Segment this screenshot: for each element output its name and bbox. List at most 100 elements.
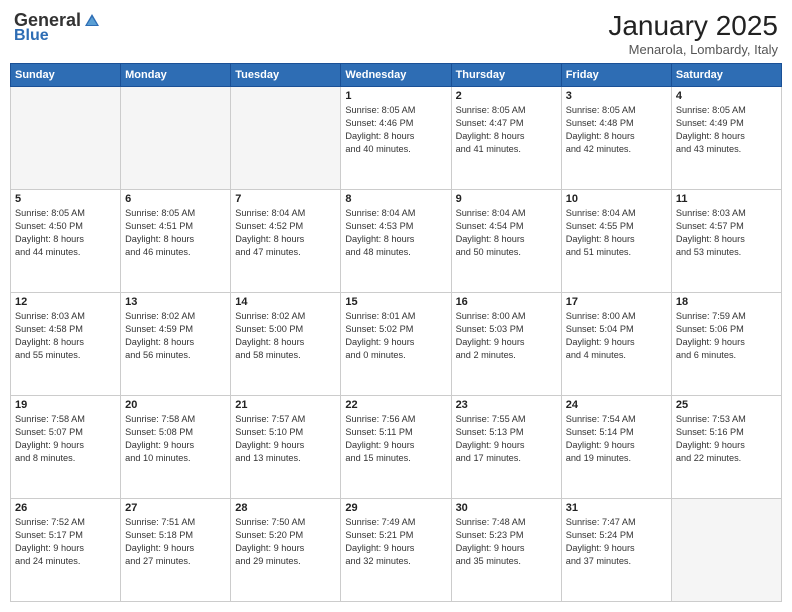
calendar-week-row: 19 Sunrise: 7:58 AM Sunset: 5:07 PM Dayli… [11,396,782,499]
table-row: 15 Sunrise: 8:01 AM Sunset: 5:02 PM Dayli… [341,293,451,396]
day-number: 7 [235,193,336,205]
day-info: Sunrise: 7:51 AM Sunset: 5:18 PM Dayligh… [125,516,226,568]
day-info: Sunrise: 8:04 AM Sunset: 4:53 PM Dayligh… [345,207,446,259]
calendar-week-row: 1Sunrise: 8:05 AM Sunset: 4:46 PM Daylig… [11,87,782,190]
day-number: 21 [235,399,336,411]
table-row: 17Sunrise: 8:00 AM Sunset: 5:04 PM Dayli… [561,293,671,396]
day-info: Sunrise: 7:57 AM Sunset: 5:10 PM Dayligh… [235,413,336,465]
table-row: 5 Sunrise: 8:05 AM Sunset: 4:50 PM Daylig… [11,190,121,293]
day-info: Sunrise: 8:04 AM Sunset: 4:52 PM Dayligh… [235,207,336,259]
table-row: 22Sunrise: 7:56 AM Sunset: 5:11 PM Dayli… [341,396,451,499]
day-number: 29 [345,502,446,514]
day-info: Sunrise: 7:58 AM Sunset: 5:07 PM Dayligh… [15,413,116,465]
day-number: 6 [125,193,226,205]
day-number: 5 [15,193,116,205]
col-sunday: Sunday [11,64,121,87]
col-thursday: Thursday [451,64,561,87]
day-info: Sunrise: 8:05 AM Sunset: 4:51 PM Dayligh… [125,207,226,259]
table-row [11,87,121,190]
col-friday: Friday [561,64,671,87]
col-wednesday: Wednesday [341,64,451,87]
day-info: Sunrise: 7:56 AM Sunset: 5:11 PM Dayligh… [345,413,446,465]
page: General Blue January 2025 Menarola, Lomb… [0,0,792,612]
logo-icon [83,12,101,30]
day-number: 24 [566,399,667,411]
table-row: 19 Sunrise: 7:58 AM Sunset: 5:07 PM Dayli… [11,396,121,499]
location-text: Menarola, Lombardy, Italy [608,42,778,57]
day-info: Sunrise: 8:01 AM Sunset: 5:02 PM Dayligh… [345,310,446,362]
table-row: 26 Sunrise: 7:52 AM Sunset: 5:17 PM Dayli… [11,499,121,602]
day-number: 15 [345,296,446,308]
table-row: 7 Sunrise: 8:04 AM Sunset: 4:52 PM Daylig… [231,190,341,293]
day-info: Sunrise: 8:05 AM Sunset: 4:48 PM Dayligh… [566,104,667,156]
table-row: 10 Sunrise: 8:04 AM Sunset: 4:55 PM Dayli… [561,190,671,293]
day-info: Sunrise: 8:02 AM Sunset: 5:00 PM Dayligh… [235,310,336,362]
day-info: Sunrise: 7:52 AM Sunset: 5:17 PM Dayligh… [15,516,116,568]
month-title: January 2025 [608,10,778,42]
table-row: 13 Sunrise: 8:02 AM Sunset: 4:59 PM Dayli… [121,293,231,396]
day-info: Sunrise: 8:05 AM Sunset: 4:50 PM Dayligh… [15,207,116,259]
title-block: January 2025 Menarola, Lombardy, Italy [608,10,778,57]
table-row: 21 Sunrise: 7:57 AM Sunset: 5:10 PM Dayli… [231,396,341,499]
table-row: 11 Sunrise: 8:03 AM Sunset: 4:57 PM Dayli… [671,190,781,293]
day-number: 19 [15,399,116,411]
day-info: Sunrise: 7:48 AM Sunset: 5:23 PM Dayligh… [456,516,557,568]
table-row: 25Sunrise: 7:53 AM Sunset: 5:16 PM Dayli… [671,396,781,499]
day-info: Sunrise: 7:59 AM Sunset: 5:06 PM Dayligh… [676,310,777,362]
day-info: Sunrise: 8:04 AM Sunset: 4:55 PM Dayligh… [566,207,667,259]
table-row: 3 Sunrise: 8:05 AM Sunset: 4:48 PM Daylig… [561,87,671,190]
table-row: 6 Sunrise: 8:05 AM Sunset: 4:51 PM Daylig… [121,190,231,293]
day-number: 10 [566,193,667,205]
day-info: Sunrise: 7:49 AM Sunset: 5:21 PM Dayligh… [345,516,446,568]
table-row: 20 Sunrise: 7:58 AM Sunset: 5:08 PM Dayli… [121,396,231,499]
day-info: Sunrise: 7:58 AM Sunset: 5:08 PM Dayligh… [125,413,226,465]
day-number: 20 [125,399,226,411]
table-row: 9 Sunrise: 8:04 AM Sunset: 4:54 PM Daylig… [451,190,561,293]
day-number: 28 [235,502,336,514]
calendar-week-row: 12 Sunrise: 8:03 AM Sunset: 4:58 PM Dayli… [11,293,782,396]
day-number: 4 [676,90,777,102]
day-number: 11 [676,193,777,205]
calendar-week-row: 5 Sunrise: 8:05 AM Sunset: 4:50 PM Daylig… [11,190,782,293]
day-info: Sunrise: 7:50 AM Sunset: 5:20 PM Dayligh… [235,516,336,568]
day-number: 9 [456,193,557,205]
day-info: Sunrise: 8:03 AM Sunset: 4:58 PM Dayligh… [15,310,116,362]
day-info: Sunrise: 7:47 AM Sunset: 5:24 PM Dayligh… [566,516,667,568]
day-number: 12 [15,296,116,308]
day-info: Sunrise: 8:03 AM Sunset: 4:57 PM Dayligh… [676,207,777,259]
day-number: 30 [456,502,557,514]
table-row: 28 Sunrise: 7:50 AM Sunset: 5:20 PM Dayli… [231,499,341,602]
day-info: Sunrise: 8:05 AM Sunset: 4:47 PM Dayligh… [456,104,557,156]
header: General Blue January 2025 Menarola, Lomb… [10,10,782,57]
day-number: 27 [125,502,226,514]
table-row [231,87,341,190]
table-row: 31 Sunrise: 7:47 AM Sunset: 5:24 PM Dayli… [561,499,671,602]
day-info: Sunrise: 8:02 AM Sunset: 4:59 PM Dayligh… [125,310,226,362]
table-row [121,87,231,190]
table-row: 14Sunrise: 8:02 AM Sunset: 5:00 PM Dayli… [231,293,341,396]
day-number: 8 [345,193,446,205]
logo-blue-text: Blue [14,27,49,44]
calendar-table: Sunday Monday Tuesday Wednesday Thursday… [10,63,782,602]
day-number: 17 [566,296,667,308]
day-number: 26 [15,502,116,514]
calendar-header-row: Sunday Monday Tuesday Wednesday Thursday… [11,64,782,87]
day-number: 3 [566,90,667,102]
day-number: 13 [125,296,226,308]
col-monday: Monday [121,64,231,87]
day-info: Sunrise: 7:53 AM Sunset: 5:16 PM Dayligh… [676,413,777,465]
col-tuesday: Tuesday [231,64,341,87]
table-row: 16Sunrise: 8:00 AM Sunset: 5:03 PM Dayli… [451,293,561,396]
day-number: 31 [566,502,667,514]
day-info: Sunrise: 8:04 AM Sunset: 4:54 PM Dayligh… [456,207,557,259]
day-info: Sunrise: 7:54 AM Sunset: 5:14 PM Dayligh… [566,413,667,465]
table-row: 18Sunrise: 7:59 AM Sunset: 5:06 PM Dayli… [671,293,781,396]
table-row: 23 Sunrise: 7:55 AM Sunset: 5:13 PM Dayli… [451,396,561,499]
table-row: 24 Sunrise: 7:54 AM Sunset: 5:14 PM Dayli… [561,396,671,499]
day-info: Sunrise: 7:55 AM Sunset: 5:13 PM Dayligh… [456,413,557,465]
table-row: 1Sunrise: 8:05 AM Sunset: 4:46 PM Daylig… [341,87,451,190]
day-number: 2 [456,90,557,102]
day-number: 23 [456,399,557,411]
day-number: 1 [345,90,446,102]
table-row: 27 Sunrise: 7:51 AM Sunset: 5:18 PM Dayli… [121,499,231,602]
